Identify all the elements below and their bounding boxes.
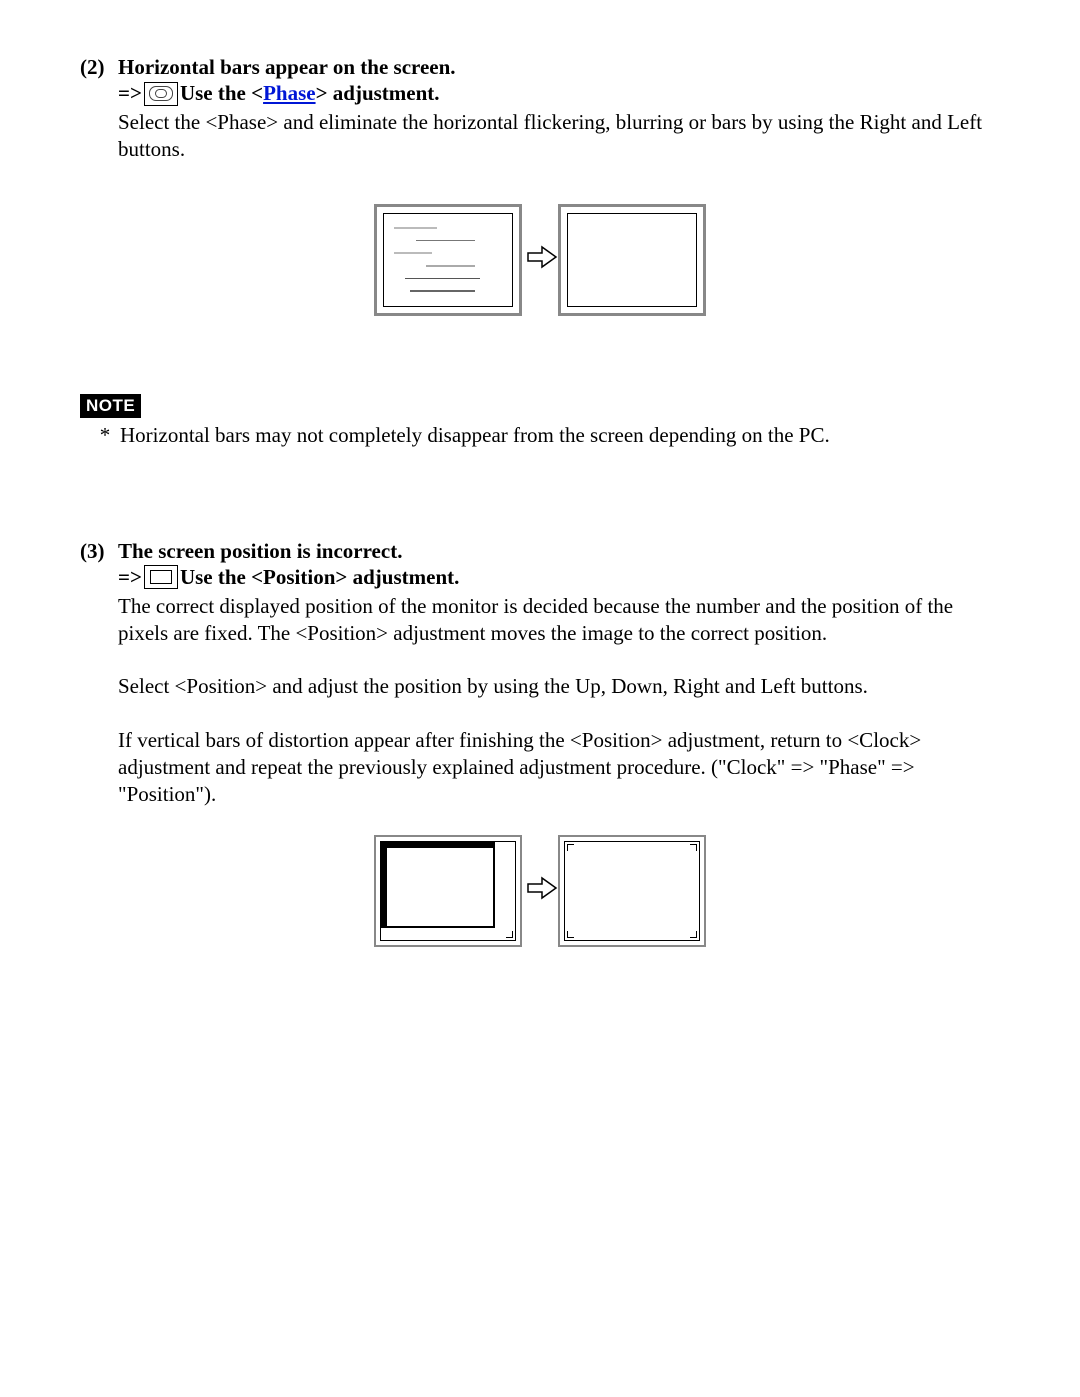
section-2: (2) Horizontal bars appear on the screen… (80, 55, 1000, 322)
phase-diagram (80, 204, 1000, 322)
section-2-heading: (2) Horizontal bars appear on the screen… (80, 55, 1000, 106)
arrow-icon (526, 874, 554, 908)
position-icon (144, 565, 178, 589)
section-2-title: Horizontal bars appear on the screen. (118, 55, 1000, 80)
section-2-instruction: => Use the < Phase > adjustment. (118, 81, 1000, 106)
section-2-body: Select the <Phase> and eliminate the hor… (118, 109, 1000, 164)
monitor-correct-icon (558, 835, 706, 947)
note-block: NOTE * Horizontal bars may not completel… (80, 392, 1000, 449)
section-3-p2: Select <Position> and adjust the positio… (118, 673, 1000, 700)
use-text: Use the <Position> adjustment. (180, 565, 459, 590)
arrow-symbol: => (118, 565, 142, 590)
section-3-p1: The correct displayed position of the mo… (118, 593, 1000, 648)
section-3-heading: (3) The screen position is incorrect. =>… (80, 539, 1000, 590)
monitor-after-icon (558, 204, 706, 316)
note-text: Horizontal bars may not completely disap… (120, 422, 1000, 449)
arrow-icon (526, 243, 554, 277)
document-page: (2) Horizontal bars appear on the screen… (0, 0, 1080, 1397)
section-2-number: (2) (80, 55, 118, 80)
monitor-before-icon (374, 204, 522, 316)
use-text-post: > adjustment. (316, 81, 440, 106)
monitor-offset-icon (374, 835, 522, 947)
section-3: (3) The screen position is incorrect. =>… (80, 539, 1000, 953)
section-3-p3: If vertical bars of distortion appear af… (118, 727, 1000, 809)
note-bullet: * (90, 422, 120, 449)
use-text-pre: Use the < (180, 81, 263, 106)
position-diagram (80, 835, 1000, 953)
section-3-body: The correct displayed position of the mo… (118, 593, 1000, 809)
section-3-instruction: => Use the <Position> adjustment. (118, 565, 1000, 590)
note-badge: NOTE (80, 394, 141, 418)
arrow-symbol: => (118, 81, 142, 106)
section-3-number: (3) (80, 539, 118, 564)
section-3-title: The screen position is incorrect. (118, 539, 1000, 564)
phase-icon (144, 82, 178, 106)
phase-link[interactable]: Phase (263, 81, 316, 106)
